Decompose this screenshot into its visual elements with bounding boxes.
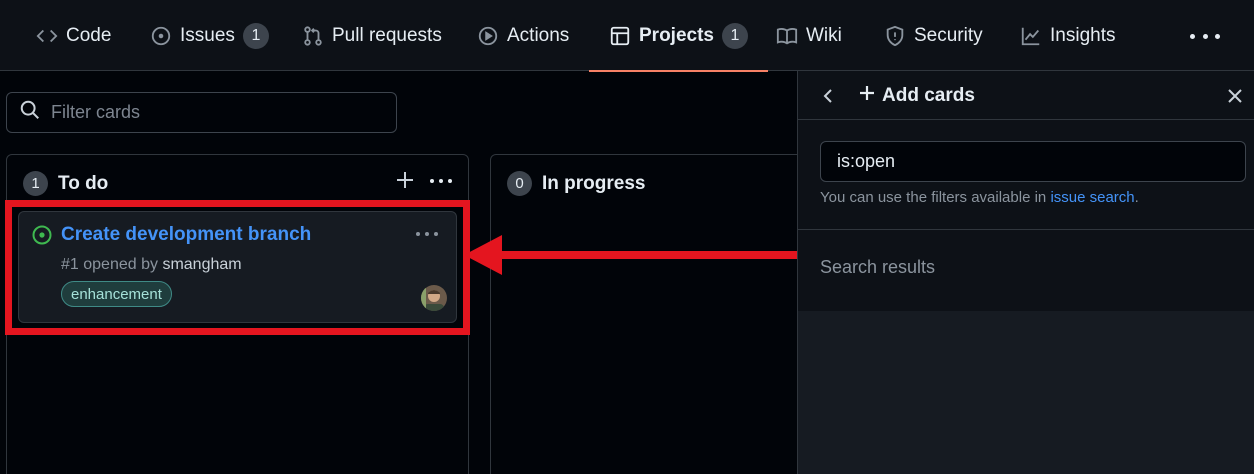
panel-title: Add cards	[858, 84, 975, 108]
issue-search-link[interactable]: issue search	[1050, 189, 1134, 206]
column-header: 0 In progress	[507, 171, 645, 196]
search-results-heading: Search results	[798, 230, 1254, 311]
column-title: To do	[58, 172, 109, 194]
panel-search-section: You can use the filters available in iss…	[798, 120, 1254, 230]
play-icon	[477, 25, 499, 47]
arrow-annotation-icon	[464, 235, 812, 275]
search-hint: You can use the filters available in iss…	[820, 189, 1139, 206]
kebab-dot-icon	[1190, 33, 1195, 39]
tab-label: Security	[914, 24, 983, 46]
column-menu-button[interactable]	[430, 179, 452, 185]
shield-icon	[884, 25, 906, 47]
tab-label: Wiki	[806, 24, 842, 46]
nav-more-button[interactable]	[1190, 26, 1220, 46]
add-cards-search-input[interactable]	[820, 141, 1246, 182]
tab-insights[interactable]: Insights	[1020, 0, 1115, 71]
column-in-progress: 0 In progress	[490, 154, 810, 474]
search-icon	[19, 99, 41, 126]
hint-suffix: .	[1134, 189, 1139, 206]
graph-icon	[1020, 25, 1042, 47]
tab-label: Pull requests	[332, 24, 442, 46]
kebab-dot-icon	[1215, 33, 1220, 39]
tab-label: Code	[66, 24, 112, 46]
add-card-plus-icon[interactable]	[395, 170, 415, 190]
git-pull-request-icon	[302, 25, 324, 47]
repo-nav: Code Issues 1 Pull requests Actions Proj…	[0, 0, 1254, 72]
code-icon	[36, 25, 58, 47]
tab-projects[interactable]: Projects 1	[589, 0, 768, 72]
kebab-dot-icon	[430, 179, 434, 183]
filter-cards-input[interactable]	[51, 102, 381, 123]
issues-counter: 1	[242, 22, 269, 49]
hint-prefix: You can use the filters available in	[820, 189, 1047, 206]
kebab-dot-icon	[439, 179, 443, 183]
add-cards-panel: Add cards You can use the filters availa…	[797, 71, 1254, 474]
tab-security[interactable]: Security	[884, 0, 983, 71]
panel-header: Add cards	[798, 71, 1254, 120]
filter-cards-field[interactable]	[6, 92, 397, 133]
column-header: 1 To do	[23, 171, 108, 196]
projects-counter: 1	[721, 22, 748, 49]
close-icon[interactable]	[1226, 87, 1244, 105]
column-count: 1	[23, 171, 48, 196]
tab-label: Issues	[180, 24, 235, 46]
kebab-dot-icon	[448, 179, 452, 183]
tab-code[interactable]: Code	[36, 0, 111, 71]
tab-label: Insights	[1050, 24, 1116, 46]
highlight-box	[5, 200, 470, 335]
tab-label: Actions	[507, 24, 570, 46]
tab-actions[interactable]: Actions	[477, 0, 569, 71]
book-icon	[776, 25, 798, 47]
tab-issues[interactable]: Issues 1	[150, 0, 269, 71]
tab-wiki[interactable]: Wiki	[776, 0, 842, 71]
tab-pull-requests[interactable]: Pull requests	[302, 0, 442, 71]
table-icon	[609, 25, 631, 47]
plus-icon	[858, 84, 876, 108]
issue-opened-icon	[150, 25, 172, 47]
column-title: In progress	[542, 172, 646, 194]
chevron-left-icon[interactable]	[818, 86, 838, 106]
kebab-dot-icon	[1202, 33, 1208, 39]
panel-title-text: Add cards	[882, 85, 975, 106]
tab-label: Projects	[639, 24, 714, 46]
column-count: 0	[507, 171, 532, 196]
